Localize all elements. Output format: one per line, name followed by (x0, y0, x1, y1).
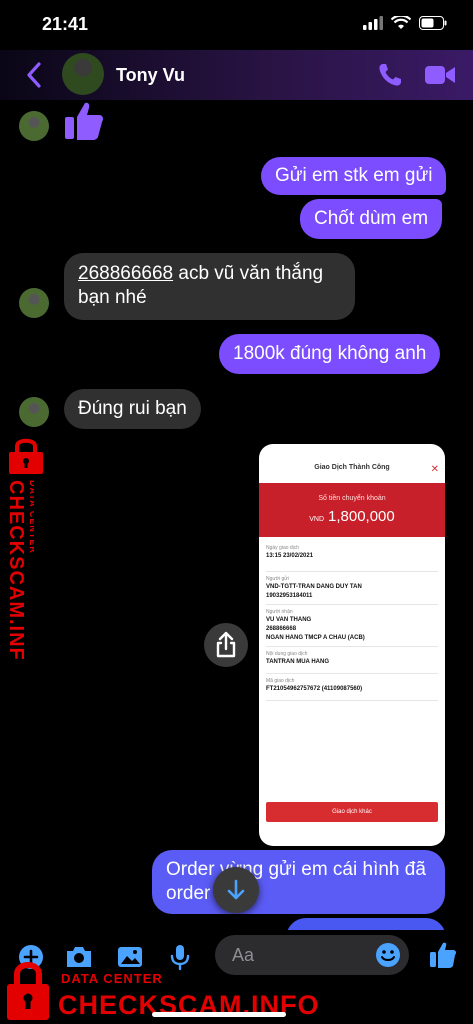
message-outgoing[interactable]: Order vừng gửi em cái hình đã order (152, 850, 445, 914)
transfer-receipt-image[interactable]: Giao Dịch Thành Công ✕ Số tiền chuyển kh… (259, 444, 445, 846)
field-label: Người gửi (266, 576, 289, 582)
field-value: VU VAN THANG (266, 617, 312, 623)
message-text: Gửi em stk em gửi (275, 165, 433, 186)
status-icons (363, 16, 447, 30)
message-input[interactable]: Aa (215, 935, 409, 975)
message-text: Order vừng gửi em cái hình đã (166, 859, 426, 880)
field-value: 19032953184011 (266, 593, 313, 599)
message-outgoing[interactable]: Gửi em stk em gửi (261, 157, 447, 195)
watermark-datacenter-vertical: DATA CENTER (28, 480, 34, 554)
watermark-datacenter: DATA CENTER (61, 971, 163, 986)
field-value: 268866668 (266, 626, 297, 632)
message-text: acb vũ văn thắng (173, 263, 324, 284)
status-bar: 21:41 (0, 0, 473, 50)
field-label: Người nhận (266, 609, 293, 615)
thumbs-up-icon[interactable] (63, 100, 105, 142)
battery-icon (419, 16, 447, 30)
watermark-lock-icon (7, 962, 49, 1020)
amount-value: VND 1,800,000 (259, 508, 445, 525)
home-indicator (152, 1012, 286, 1017)
receipt-other-transaction-button: Giao dịch khác (266, 802, 438, 822)
contact-name[interactable]: Tony Vu (116, 65, 185, 86)
wifi-icon (391, 16, 411, 29)
message-text: order (166, 883, 211, 904)
receipt-field: Nội dung giao dịch TANTRAN MUA HANG (266, 650, 438, 674)
receipt-field: Ngày giao dịch 13:15 23/02/2021 (266, 544, 438, 572)
status-time: 21:41 (42, 14, 89, 34)
microphone-icon[interactable] (165, 942, 195, 972)
close-icon: ✕ (430, 464, 439, 475)
message-text: bạn nhé (78, 287, 147, 308)
message-input-placeholder: Aa (232, 945, 255, 965)
contact-avatar[interactable] (62, 53, 104, 95)
scroll-to-bottom-button[interactable] (213, 867, 259, 913)
message-incoming[interactable]: Đúng rui bạn (64, 389, 201, 429)
field-value: 13:15 23/02/2021 (266, 553, 314, 559)
arrow-down-icon (227, 879, 245, 900)
signal-icon (363, 16, 383, 30)
emoji-icon[interactable] (375, 942, 401, 968)
currency: VND (309, 516, 325, 523)
field-value: TANTRAN MUA HANG (266, 659, 329, 665)
message-outgoing[interactable]: 1800k đúng không anh (219, 334, 441, 374)
message-incoming[interactable]: 268866668 acb vũ văn thắng bạn nhé (64, 253, 355, 320)
field-label: Mã giao dịch (266, 678, 295, 684)
contact-avatar-small (19, 111, 49, 141)
video-call-icon[interactable] (424, 63, 456, 87)
like-send-icon[interactable] (428, 940, 458, 970)
watermark-vertical: CHECKSCAM.INFO DATA CENTER (5, 480, 34, 660)
back-button[interactable] (22, 60, 46, 90)
message-outgoing[interactable]: Chốt dùm em (300, 199, 443, 239)
contact-avatar-small (19, 397, 49, 427)
message-text: Đúng rui bạn (78, 398, 187, 419)
account-number-link[interactable]: 268866668 (78, 263, 173, 284)
receipt-title: Giao Dịch Thành Công (314, 464, 390, 471)
field-value: FT21054962757672 (41109087560) (266, 686, 363, 692)
receipt-field: Người gửi VND-TGTT-TRAN DANG DUY TAN 190… (266, 575, 438, 605)
field-label: Nội dung giao dịch (266, 651, 308, 657)
receipt-field: Người nhận VU VAN THANG 268866668 NGAN H… (266, 608, 438, 647)
receipt-amount-panel: Số tiền chuyển khoản VND 1,800,000 (259, 483, 445, 537)
field-value: VND-TGTT-TRAN DANG DUY TAN (266, 584, 362, 590)
phone-icon[interactable] (377, 62, 403, 88)
watermark-lock-icon (9, 438, 43, 474)
receipt-field: Mã giao dịch FT21054962757672 (411090875… (266, 677, 438, 701)
message-text: 1800k đúng không anh (233, 343, 427, 364)
image-icon[interactable] (115, 942, 145, 972)
share-button[interactable] (204, 623, 248, 667)
amount: 1,800,000 (328, 508, 395, 525)
watermark-site-vertical: CHECKSCAM.INFO (5, 480, 27, 660)
field-label: Ngày giao dịch (266, 545, 300, 551)
chat-header: Tony Vu (0, 50, 473, 100)
camera-icon[interactable] (64, 942, 94, 972)
share-icon (216, 631, 236, 658)
message-text: Chốt dùm em (314, 208, 429, 229)
amount-label: Số tiền chuyển khoản (318, 495, 386, 502)
contact-avatar-small (19, 288, 49, 318)
field-value: NGAN HANG TMCP A CHAU (ACB) (266, 635, 365, 641)
